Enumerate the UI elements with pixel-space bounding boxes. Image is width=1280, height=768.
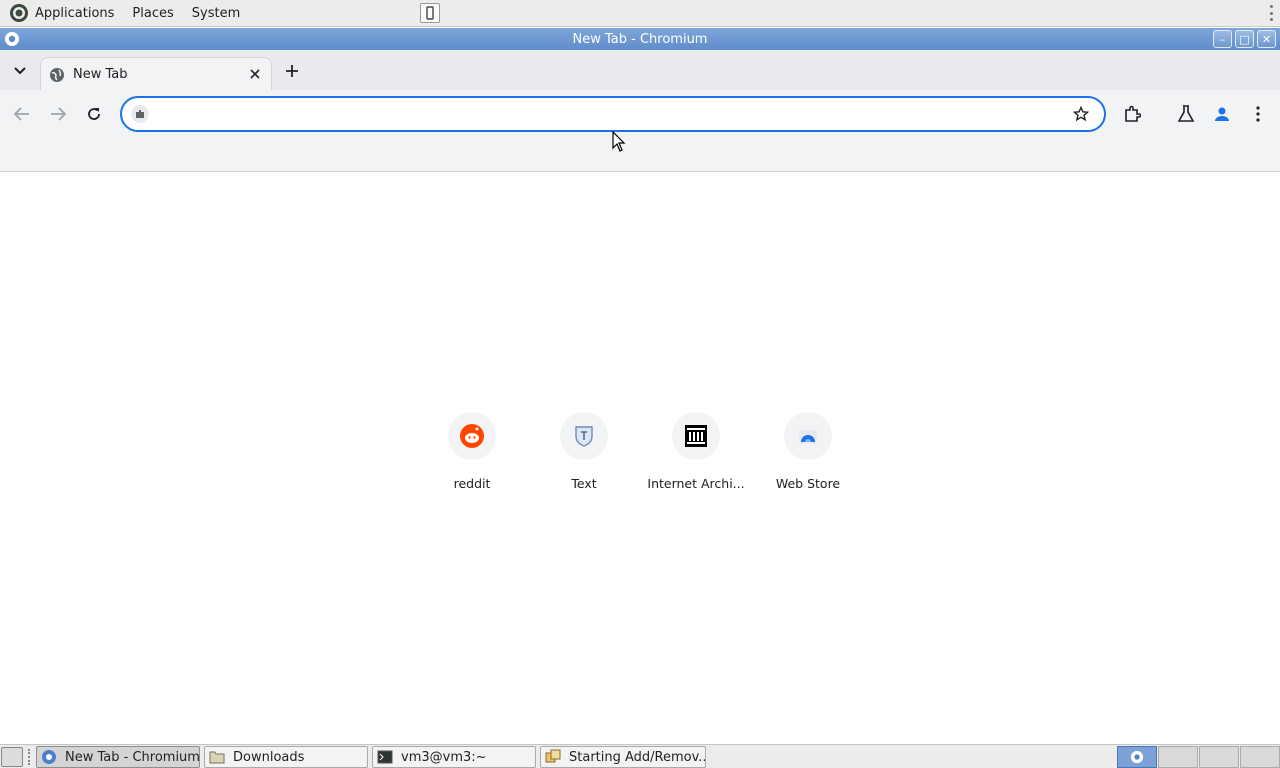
archive-building-icon bbox=[685, 425, 707, 447]
workspace-3[interactable] bbox=[1199, 746, 1239, 768]
task-label: New Tab - Chromium bbox=[65, 749, 200, 765]
shortcut-tile[interactable]: reddit bbox=[422, 412, 522, 502]
places-menu[interactable]: Places bbox=[123, 0, 182, 27]
extensions-button[interactable] bbox=[1122, 104, 1142, 124]
tab-search-button[interactable] bbox=[10, 62, 30, 80]
window-title: New Tab - Chromium bbox=[572, 31, 708, 47]
forward-button[interactable] bbox=[48, 104, 68, 124]
kebab-menu-icon bbox=[1256, 106, 1260, 122]
tab-title: New Tab bbox=[73, 67, 128, 82]
taskbar-item-chromium[interactable]: New Tab - Chromium bbox=[36, 746, 200, 768]
panel-handle[interactable] bbox=[1270, 5, 1274, 21]
taskbar-grip[interactable] bbox=[28, 749, 31, 765]
new-tab-page: reddit Text Internet Archi... Web Store bbox=[0, 172, 1280, 744]
maximize-button[interactable]: □ bbox=[1235, 30, 1254, 48]
reload-icon bbox=[88, 108, 100, 120]
applications-menu-label: Applications bbox=[35, 5, 115, 21]
text-shield-icon bbox=[575, 426, 593, 447]
task-label: Starting Add/Remov... bbox=[569, 749, 706, 765]
taskbar-item-add-remove[interactable]: Starting Add/Remov... bbox=[540, 746, 706, 768]
show-desktop-button[interactable] bbox=[1, 747, 23, 767]
system-menu-label: System bbox=[191, 5, 241, 21]
shortcut-tile[interactable]: Web Store bbox=[758, 412, 858, 502]
arrow-left-icon bbox=[14, 107, 29, 121]
profile-button[interactable] bbox=[1212, 104, 1232, 124]
shortcut-tile[interactable]: Internet Archi... bbox=[646, 412, 746, 502]
applications-menu[interactable]: Applications bbox=[0, 0, 123, 27]
tab-new-tab[interactable]: New Tab bbox=[40, 57, 272, 91]
address-bar[interactable] bbox=[120, 96, 1106, 132]
tab-close-button[interactable] bbox=[247, 66, 263, 82]
mouse-cursor-icon bbox=[612, 131, 626, 152]
package-icon bbox=[545, 749, 561, 763]
arrow-right-icon bbox=[51, 107, 66, 121]
workspace-4[interactable] bbox=[1240, 746, 1280, 768]
plus-icon bbox=[286, 65, 298, 77]
close-window-button[interactable]: ✕ bbox=[1257, 30, 1276, 48]
reddit-icon bbox=[460, 424, 484, 448]
minimize-icon: – bbox=[1219, 32, 1226, 46]
site-info-icon[interactable] bbox=[131, 105, 149, 123]
gnome-foot-icon bbox=[10, 4, 28, 22]
system-menu[interactable]: System bbox=[183, 0, 249, 27]
terminal-icon bbox=[377, 750, 393, 764]
chromium-icon bbox=[5, 32, 19, 46]
shortcut-icon-container bbox=[448, 412, 496, 460]
top-panel: Applications Places System bbox=[0, 0, 1280, 27]
shortcut-label: Text bbox=[571, 476, 597, 491]
launcher-icon bbox=[426, 6, 434, 20]
chromium-icon bbox=[42, 750, 56, 764]
task-label: Downloads bbox=[233, 749, 305, 765]
chromium-icon bbox=[1130, 750, 1144, 764]
puzzle-icon bbox=[136, 110, 144, 118]
star-icon bbox=[1073, 106, 1089, 122]
places-menu-label: Places bbox=[132, 5, 174, 21]
flask-icon bbox=[1178, 105, 1194, 122]
browser-toolbar bbox=[0, 90, 1280, 172]
tab-strip: New Tab bbox=[0, 50, 1280, 91]
web-store-icon bbox=[799, 430, 817, 444]
shortcut-tile[interactable]: Text bbox=[534, 412, 634, 502]
back-button[interactable] bbox=[12, 104, 32, 124]
bookmark-star-button[interactable] bbox=[1072, 105, 1090, 123]
bottom-taskbar: New Tab - Chromium Downloads vm3@vm3:~ S… bbox=[0, 744, 1280, 768]
shortcut-label: Internet Archi... bbox=[647, 476, 745, 491]
taskbar-item-downloads[interactable]: Downloads bbox=[204, 746, 368, 768]
task-label: vm3@vm3:~ bbox=[401, 749, 487, 765]
close-icon bbox=[250, 69, 260, 79]
menu-button[interactable] bbox=[1248, 104, 1268, 124]
shortcut-label: Web Store bbox=[775, 476, 841, 491]
maximize-icon: □ bbox=[1239, 32, 1250, 46]
person-icon bbox=[1215, 107, 1229, 121]
close-icon: ✕ bbox=[1261, 32, 1272, 46]
folder-icon bbox=[209, 751, 225, 764]
globe-icon bbox=[50, 67, 64, 82]
window-titlebar[interactable]: New Tab - Chromium – □ ✕ bbox=[0, 28, 1280, 50]
minimize-button[interactable]: – bbox=[1213, 30, 1232, 48]
address-input[interactable] bbox=[156, 102, 1056, 126]
workspace-1[interactable] bbox=[1117, 746, 1157, 768]
shortcut-icon-container bbox=[784, 412, 832, 460]
shortcut-icon-container bbox=[560, 412, 608, 460]
labs-button[interactable] bbox=[1176, 104, 1196, 124]
workspace-2[interactable] bbox=[1158, 746, 1198, 768]
shortcut-icon-container bbox=[672, 412, 720, 460]
taskbar-item-terminal[interactable]: vm3@vm3:~ bbox=[372, 746, 536, 768]
shortcut-label: reddit bbox=[453, 476, 491, 491]
reload-button[interactable] bbox=[84, 104, 104, 124]
new-tab-button[interactable] bbox=[282, 61, 302, 81]
panel-launcher-button[interactable] bbox=[420, 3, 440, 23]
chevron-down-icon bbox=[14, 67, 26, 75]
extension-puzzle-icon bbox=[1125, 105, 1141, 122]
